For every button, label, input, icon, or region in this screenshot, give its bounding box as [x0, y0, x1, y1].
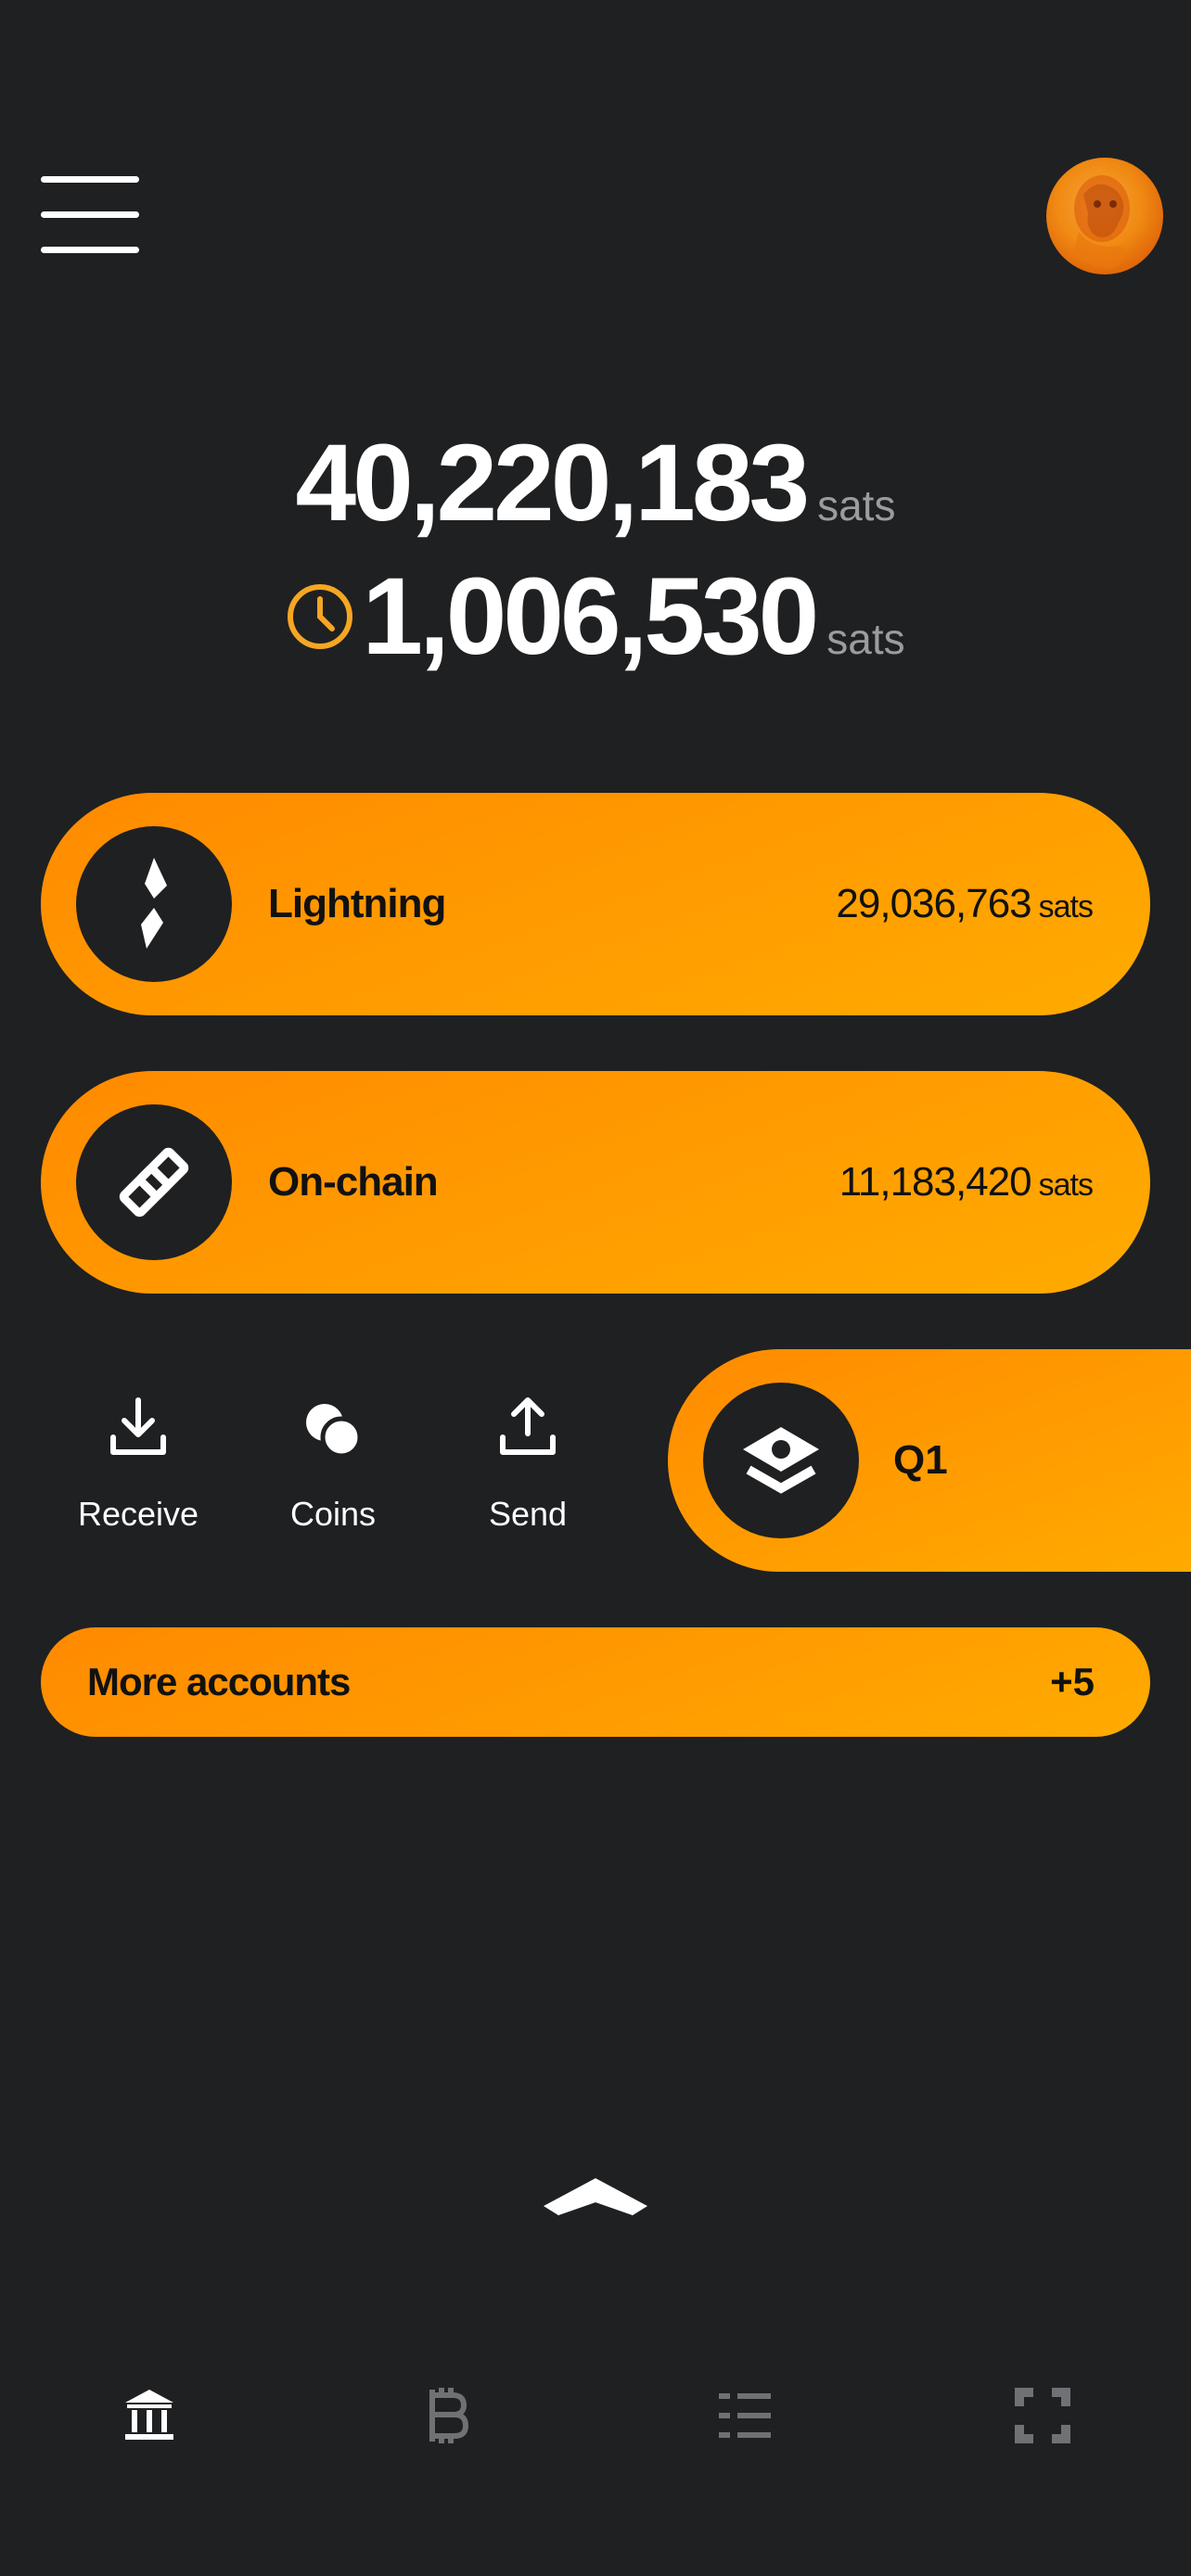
total-balance: 40,220,183 sats — [0, 428, 1191, 538]
nav-scan[interactable] — [992, 2374, 1094, 2457]
account-card-onchain[interactable]: On-chain 11,183,420 sats — [41, 1071, 1150, 1294]
more-accounts-label: More accounts — [87, 1660, 351, 1703]
account-amount: 11,183,420 sats — [839, 1071, 1094, 1294]
more-accounts-button[interactable]: More accounts +5 — [41, 1627, 1150, 1737]
account-card-q1[interactable]: Q1 — [668, 1349, 1191, 1572]
chevron-up-icon[interactable] — [540, 2174, 651, 2223]
send-button[interactable]: Send — [449, 1391, 607, 1549]
account-amount-value: 11,183,420 — [839, 1159, 1032, 1205]
bitcoin-icon — [429, 2388, 468, 2443]
menu-line — [41, 176, 139, 183]
lightning-icon — [141, 858, 167, 949]
total-balance-unit: sats — [817, 481, 896, 529]
account-name: Q1 — [893, 1437, 948, 1483]
bank-icon — [125, 2390, 173, 2440]
account-amount-unit: sats — [1038, 889, 1094, 925]
coins-label: Coins — [289, 1495, 377, 1533]
total-balance-value: 40,220,183 — [295, 422, 811, 544]
profile-avatar[interactable] — [1046, 158, 1163, 274]
coins-button[interactable]: Coins — [254, 1391, 412, 1549]
receive-button[interactable]: Receive — [59, 1391, 217, 1549]
pending-balance-value: 1,006,530 — [362, 555, 819, 678]
nav-bitcoin[interactable] — [396, 2374, 498, 2457]
menu-button[interactable] — [41, 172, 143, 256]
eye-shield-icon — [743, 1427, 819, 1494]
nav-accounts[interactable] — [98, 2374, 200, 2457]
account-card-lightning[interactable]: Lightning 29,036,763 sats — [41, 793, 1150, 1015]
send-icon — [500, 1397, 556, 1455]
clock-icon — [288, 584, 353, 649]
coins-icon — [306, 1404, 363, 1459]
nav-transactions[interactable] — [694, 2374, 796, 2457]
account-amount-unit: sats — [1038, 1167, 1094, 1203]
avatar-image-icon — [1074, 175, 1130, 269]
account-name: Lightning — [268, 881, 446, 926]
lightning-icon-circle — [76, 826, 232, 982]
menu-line — [41, 247, 139, 253]
list-icon — [719, 2393, 771, 2438]
more-accounts-count: +5 — [1050, 1660, 1095, 1703]
menu-line — [41, 211, 139, 218]
pending-balance-unit: sats — [826, 615, 905, 663]
pending-balance: 1,006,530 sats — [0, 562, 1191, 671]
account-name: On-chain — [268, 1159, 439, 1205]
scan-icon — [1015, 2388, 1070, 2443]
send-label: Send — [488, 1495, 568, 1533]
account-amount: 29,036,763 sats — [836, 793, 1094, 1015]
chain-link-icon-circle — [76, 1104, 232, 1260]
receive-label: Receive — [77, 1495, 199, 1533]
eye-shield-icon-circle — [703, 1383, 859, 1538]
chain-link-icon — [119, 1147, 189, 1218]
account-amount-value: 29,036,763 — [836, 881, 1031, 926]
receive-icon — [110, 1397, 166, 1455]
